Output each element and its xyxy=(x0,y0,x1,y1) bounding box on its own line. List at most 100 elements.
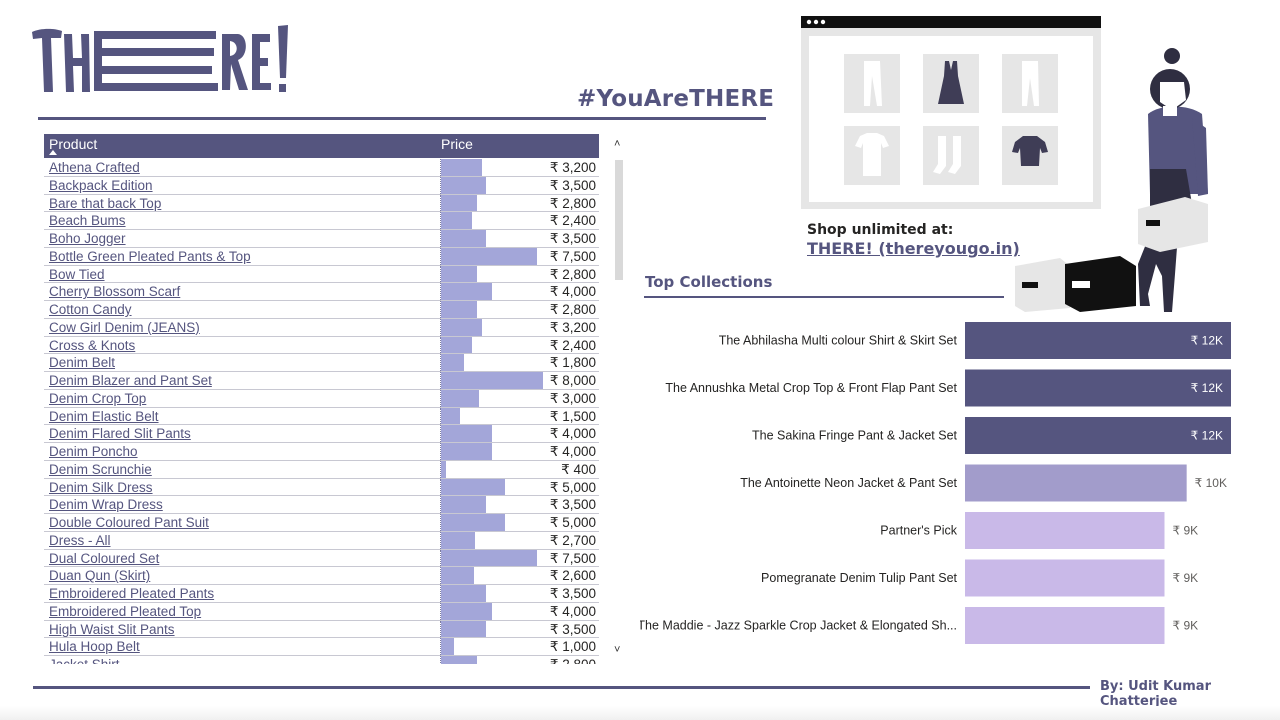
price-data-bar xyxy=(441,620,486,638)
table-row[interactable]: Athena Crafted ₹ 3,200 xyxy=(44,159,599,177)
product-name-link[interactable]: Denim Blazer and Pant Set xyxy=(49,373,212,388)
price-cell: ₹ 4,000 xyxy=(440,602,600,620)
table-row[interactable]: Cherry Blossom Scarf ₹ 4,000 xyxy=(44,283,599,301)
scroll-down-icon[interactable]: ˅ xyxy=(614,644,620,656)
price-value: ₹ 4,000 xyxy=(549,444,596,459)
scroll-thumb[interactable] xyxy=(615,160,623,280)
product-name-link[interactable]: Bare that back Top xyxy=(49,196,161,211)
product-name-link[interactable]: Backpack Edition xyxy=(49,178,153,193)
table-row[interactable]: Denim Scrunchie ₹ 400 xyxy=(44,460,600,479)
table-row[interactable]: Boho Jogger ₹ 3,500 xyxy=(44,230,599,248)
product-name-link[interactable]: Cherry Blossom Scarf xyxy=(49,284,180,299)
table-row[interactable]: Denim Silk Dress ₹ 5,000 xyxy=(44,478,600,497)
price-data-bar xyxy=(441,478,505,496)
collection-bar[interactable] xyxy=(965,559,1165,597)
table-scrollbar[interactable]: ˄ ˅ xyxy=(613,136,625,656)
price-cell: ₹ 3,500 xyxy=(440,496,600,513)
category-label: Pomegranate Denim Tulip Pant Set xyxy=(761,571,957,585)
price-data-bar xyxy=(441,336,472,354)
product-name-link[interactable]: Bottle Green Pleated Pants & Top xyxy=(49,249,251,264)
table-row[interactable]: Bare that back Top ₹ 2,800 xyxy=(44,194,600,213)
table-row[interactable]: Denim Crop Top ₹ 3,000 xyxy=(44,389,599,408)
product-name-link[interactable]: Denim Wrap Dress xyxy=(49,497,163,512)
table-row[interactable]: Denim Flared Slit Pants ₹ 4,000 xyxy=(44,425,599,443)
collection-bar[interactable] xyxy=(965,607,1165,644)
product-name-link[interactable]: Denim Belt xyxy=(49,355,115,370)
price-cell: ₹ 5,000 xyxy=(440,478,600,496)
collection-bar[interactable] xyxy=(965,512,1165,549)
product-name-link[interactable]: Cotton Candy xyxy=(49,302,132,317)
table-row[interactable]: Hula Hoop Belt ₹ 1,000 xyxy=(44,638,599,656)
product-name-link[interactable]: Denim Poncho xyxy=(49,444,138,459)
product-name-link[interactable]: Bow Tied xyxy=(49,267,105,282)
table-row[interactable]: Bow Tied ₹ 2,800 xyxy=(44,265,600,284)
table-row[interactable]: Denim Wrap Dress ₹ 3,500 xyxy=(44,496,599,514)
product-name-link[interactable]: Dual Coloured Set xyxy=(49,551,159,566)
product-name-link[interactable]: Jacket Shirt xyxy=(49,657,120,664)
price-value: ₹ 400 xyxy=(561,461,596,477)
table-row[interactable]: Double Coloured Pant Suit ₹ 5,000 xyxy=(44,514,599,532)
table-row[interactable]: Embroidered Pleated Pants ₹ 3,500 xyxy=(44,585,599,603)
table-body: Athena Crafted ₹ 3,200 Backpack Edition ₹ 3… xyxy=(44,159,599,664)
price-data-bar xyxy=(441,531,476,549)
product-name-link[interactable]: Denim Flared Slit Pants xyxy=(49,426,191,441)
product-name-link[interactable]: Dress - All xyxy=(49,533,111,548)
product-name-link[interactable]: Denim Elastic Belt xyxy=(49,409,159,424)
product-name-link[interactable]: Beach Bums xyxy=(49,213,126,228)
table-row[interactable]: Cotton Candy ₹ 2,800 xyxy=(44,301,599,319)
header-divider xyxy=(38,117,766,120)
price-value: ₹ 8,000 xyxy=(549,373,596,388)
table-row[interactable]: Embroidered Pleated Top ₹ 4,000 xyxy=(44,602,600,621)
data-label: ₹ 9K xyxy=(1173,619,1199,633)
product-name-link[interactable]: Duan Qun (Skirt) xyxy=(49,568,150,583)
table-row[interactable]: Bottle Green Pleated Pants & Top ₹ 7,500 xyxy=(44,247,599,266)
table-row[interactable]: High Waist Slit Pants ₹ 3,500 xyxy=(44,620,599,639)
product-name-link[interactable]: Hula Hoop Belt xyxy=(49,639,140,654)
table-row[interactable]: Beach Bums ₹ 2,400 xyxy=(44,212,599,230)
table-row[interactable]: Duan Qun (Skirt) ₹ 2,600 xyxy=(44,567,599,585)
product-name-link[interactable]: Cross & Knots xyxy=(49,338,135,353)
column-header-price[interactable]: Price xyxy=(441,136,473,152)
product-name-link[interactable]: Athena Crafted xyxy=(49,160,140,175)
price-cell: ₹ 400 xyxy=(440,460,600,478)
table-row[interactable]: Cow Girl Denim (JEANS) ₹ 3,200 xyxy=(44,318,600,337)
table-row[interactable]: Dress - All ₹ 2,700 xyxy=(44,531,599,550)
price-data-bar xyxy=(441,354,464,371)
product-name-link[interactable]: Embroidered Pleated Pants xyxy=(49,586,214,601)
product-name-link[interactable]: Boho Jogger xyxy=(49,231,126,246)
table-row[interactable]: Jacket Shirt ₹ 2,800 xyxy=(44,656,599,664)
scroll-up-icon[interactable]: ˄ xyxy=(614,138,620,150)
product-name-link[interactable]: Cow Girl Denim (JEANS) xyxy=(49,320,200,335)
price-cell: ₹ 3,500 xyxy=(440,176,600,194)
price-data-bar xyxy=(441,443,492,460)
product-name-link[interactable]: High Waist Slit Pants xyxy=(49,622,175,637)
data-label: ₹ 9K xyxy=(1173,524,1199,538)
shop-unlimited-label: Shop unlimited at: xyxy=(807,222,954,238)
product-name-link[interactable]: Embroidered Pleated Top xyxy=(49,604,201,619)
price-cell: ₹ 2,800 xyxy=(440,265,600,283)
product-name-link[interactable]: Double Coloured Pant Suit xyxy=(49,515,209,530)
product-name-link[interactable]: Denim Crop Top xyxy=(49,391,146,406)
price-cell: ₹ 2,800 xyxy=(440,301,600,318)
table-row[interactable]: Denim Belt ₹ 1,800 xyxy=(44,354,599,372)
price-cell: ₹ 2,600 xyxy=(440,567,600,584)
table-row[interactable]: Cross & Knots ₹ 2,400 xyxy=(44,336,599,355)
table-row[interactable]: Denim Blazer and Pant Set ₹ 8,000 xyxy=(44,372,599,390)
price-value: ₹ 2,800 xyxy=(549,266,596,282)
shop-website-link[interactable]: THERE! (thereyougo.in) xyxy=(807,239,1020,258)
collection-bar[interactable] xyxy=(965,464,1187,502)
product-name-link[interactable]: Denim Scrunchie xyxy=(49,462,152,477)
data-label: ₹ 12K xyxy=(1191,381,1223,395)
price-cell: ₹ 2,800 xyxy=(440,194,600,212)
price-data-bar xyxy=(441,247,537,265)
price-cell: ₹ 3,200 xyxy=(440,318,600,336)
product-name-link[interactable]: Denim Silk Dress xyxy=(49,480,153,495)
table-row[interactable]: Denim Poncho ₹ 4,000 xyxy=(44,443,599,461)
category-label: The Antoinette Neon Jacket & Pant Set xyxy=(740,476,957,490)
table-row[interactable]: Dual Coloured Set ₹ 7,500 xyxy=(44,549,599,568)
table-row[interactable]: Backpack Edition ₹ 3,500 xyxy=(44,176,600,195)
table-row[interactable]: Denim Elastic Belt ₹ 1,500 xyxy=(44,407,599,426)
price-data-bar xyxy=(441,389,480,407)
price-value: ₹ 2,700 xyxy=(549,532,596,548)
category-label: Partner's Pick xyxy=(880,524,957,538)
